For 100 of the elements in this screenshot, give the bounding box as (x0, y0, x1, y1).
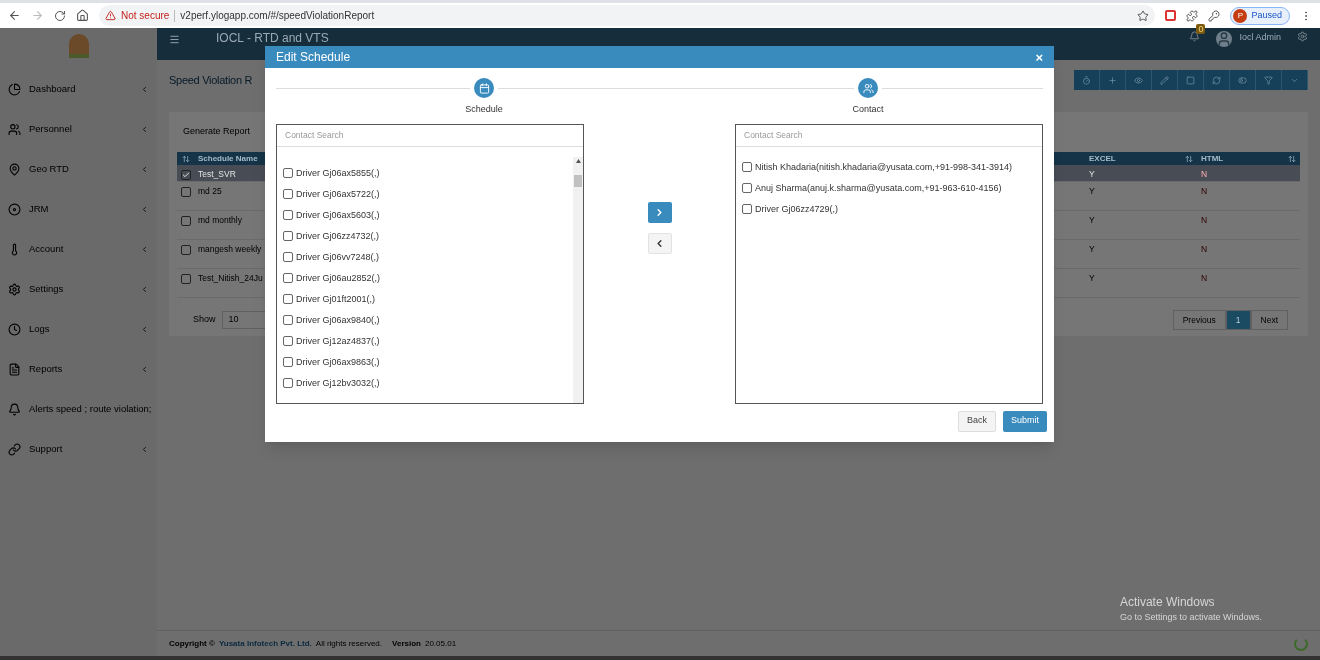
checkbox[interactable] (742, 203, 752, 214)
checkbox[interactable] (283, 167, 293, 178)
checkbox[interactable] (283, 272, 293, 283)
warning-icon (105, 10, 116, 21)
users-icon (858, 78, 878, 98)
move-right-button[interactable] (647, 201, 672, 223)
activation-subtitle: Go to Settings to activate Windows. (1119, 610, 1262, 624)
sidebar-item[interactable]: Geo RTD (0, 149, 157, 189)
bell-icon[interactable] (1189, 31, 1201, 42)
contact-option[interactable]: Driver Gj06au2852(,) (296, 271, 381, 284)
column-header[interactable]: EXCEL (1089, 152, 1116, 165)
sidebar-item[interactable]: Personnel (0, 109, 157, 149)
table-cell: md monthly (198, 215, 242, 225)
contact-option[interactable]: Driver Gj06ax5722(,) (296, 187, 380, 200)
contact-option[interactable]: Anuj Sharma(anuj.k.sharma@yusata.com,+91-963-610-4156) (755, 181, 1002, 194)
close-button[interactable]: × (1035, 50, 1043, 64)
scroll-up-icon[interactable] (575, 158, 581, 163)
contact-option[interactable]: Driver Gj06ax9840(,) (296, 313, 380, 326)
sidebar-item[interactable]: JRM (0, 189, 157, 229)
checkbox[interactable] (283, 356, 293, 367)
sidebar-item[interactable]: Reports (0, 349, 157, 389)
disc-icon (8, 202, 21, 216)
menu-icon[interactable] (169, 34, 180, 45)
table-cell: Test_SVR (198, 169, 236, 179)
checkbox[interactable] (283, 335, 293, 346)
sidebar-item[interactable]: Settings (0, 269, 157, 309)
checkbox[interactable] (283, 209, 293, 220)
gear-icon (8, 282, 21, 296)
refresh-icon (1212, 75, 1221, 85)
pagination-button[interactable]: 1 (1225, 310, 1251, 330)
pagination-button[interactable]: Next (1250, 310, 1288, 330)
contact-option[interactable]: Driver Gj06zz4729(,) (755, 202, 839, 215)
contact-option[interactable]: Driver Gj12az4837(,) (296, 334, 380, 347)
contact-option[interactable]: Nitish Khadaria(nitish.khadaria@yusata.com,+91-998-341-3914) (755, 160, 1013, 173)
back-icon[interactable] (8, 9, 21, 22)
table-cell: Test_Nitish_24Ju (198, 273, 263, 283)
reload-icon[interactable] (54, 9, 66, 22)
move-left-button[interactable] (647, 232, 672, 254)
checkbox[interactable] (181, 245, 191, 255)
checkbox[interactable] (283, 377, 293, 388)
checkbox[interactable] (283, 230, 293, 241)
version-number: 20.05.01 (424, 637, 457, 650)
extension-icon[interactable] (1165, 10, 1177, 21)
step-label: Schedule (465, 103, 503, 116)
profile-button[interactable]: P Paused (1230, 6, 1290, 25)
rights-text: All rights reserved. (315, 637, 383, 650)
sort-icon[interactable] (182, 154, 190, 163)
table-cell: Y (1089, 186, 1095, 196)
star-icon[interactable] (1137, 9, 1150, 22)
dialog-title: Edit Schedule (276, 49, 351, 66)
checkbox[interactable] (742, 182, 752, 193)
checkbox[interactable] (181, 216, 191, 226)
column-header[interactable]: HTML (1201, 152, 1224, 165)
sidebar-item[interactable]: Account (0, 229, 157, 269)
contact-option[interactable]: Driver Gj06ax9863(,) (296, 355, 380, 368)
sort-icon[interactable] (1288, 154, 1296, 163)
contact-option[interactable]: Driver Gj12bv3032(,) (296, 376, 380, 389)
table-cell: Y (1089, 273, 1095, 283)
report-tab[interactable]: Generate Report (183, 125, 251, 139)
user-name: Iocl Admin (1239, 31, 1281, 44)
checkbox[interactable] (283, 251, 293, 262)
sidebar-item[interactable]: Support (0, 429, 157, 469)
sidebar-item[interactable]: Dashboard (0, 69, 157, 109)
column-header[interactable]: Schedule Name (198, 152, 258, 165)
checkbox[interactable] (181, 274, 191, 284)
contact-option[interactable]: Driver Gj01ft2001(,) (296, 292, 376, 305)
clock-icon (8, 322, 21, 336)
address-bar[interactable]: Not secure v2perf.ylogapp.com/#/speedViolationReport (99, 5, 1156, 26)
checkbox[interactable] (181, 170, 191, 180)
bell-icon (8, 402, 21, 416)
checkbox[interactable] (283, 314, 293, 325)
contact-option[interactable]: Driver Gj06vv7248(,) (296, 250, 380, 263)
sidebar-item[interactable]: Logs (0, 309, 157, 349)
checkbox[interactable] (181, 187, 191, 197)
search-field[interactable]: Contact Search (736, 124, 1042, 147)
eye-icon (1134, 75, 1143, 85)
submit-button[interactable]: Submit (1003, 410, 1047, 432)
contact-option[interactable]: Driver Gj06zz4732(,) (296, 229, 380, 242)
key-icon[interactable] (1208, 9, 1221, 22)
checkbox[interactable] (283, 188, 293, 199)
scroll-thumb[interactable] (574, 174, 582, 187)
puzzle-icon[interactable] (1186, 9, 1199, 22)
home-icon[interactable] (76, 9, 89, 22)
table-cell: Y (1089, 169, 1095, 179)
pagination-button[interactable]: Previous (1172, 310, 1226, 330)
copyright-label: Copyright © (169, 637, 215, 650)
sidebar-item[interactable]: Alerts speed ; route violation; (0, 389, 157, 429)
scrollbar[interactable] (573, 156, 583, 403)
search-field[interactable]: Contact Search (277, 124, 583, 147)
checkbox[interactable] (283, 293, 293, 304)
back-button[interactable]: Back (957, 410, 996, 432)
table-cell: N (1201, 169, 1208, 179)
filter-icon (1264, 75, 1273, 85)
sort-icon[interactable] (1185, 154, 1193, 163)
checkbox[interactable] (742, 161, 752, 172)
contact-option[interactable]: Driver Gj06ax5603(,) (296, 208, 380, 221)
square-icon (1186, 75, 1195, 85)
settings-icon[interactable] (1297, 31, 1308, 42)
contact-option[interactable]: Driver Gj06ax5855(,) (296, 166, 380, 179)
activation-title: Activate Windows (1119, 593, 1216, 611)
